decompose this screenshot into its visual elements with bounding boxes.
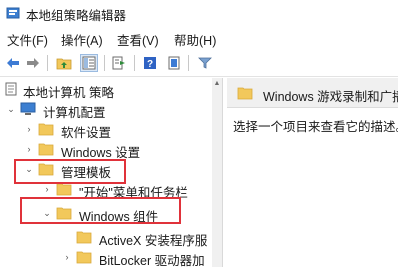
scroll-up-arrow-icon[interactable]: ▲: [213, 80, 221, 88]
computer-icon: [20, 102, 36, 115]
group-policy-editor-window: 本地组策略编辑器 文件(F) 操作(A) 查看(V) 帮助(H) ? 本地计算机…: [0, 0, 398, 267]
details-header: Windows 游戏录制和广播: [227, 78, 398, 108]
help-icon[interactable]: ?: [141, 54, 159, 72]
chevron-right-icon[interactable]: ›: [42, 184, 52, 194]
policy-document-icon: [5, 82, 17, 96]
title-bar[interactable]: 本地组策略编辑器: [0, 0, 398, 27]
menu-bar: 文件(F) 操作(A) 查看(V) 帮助(H): [0, 27, 398, 49]
tree-scrollbar[interactable]: ▲: [212, 78, 222, 267]
tree-node-windows-settings[interactable]: › Windows 设置: [0, 140, 212, 160]
tree-label: 本地计算机 策略: [23, 86, 114, 100]
toolbar-separator: [134, 55, 135, 71]
menu-action[interactable]: 操作(A): [61, 30, 103, 49]
svg-text:?: ?: [147, 59, 153, 70]
folder-icon: [38, 143, 54, 156]
details-header-title: Windows 游戏录制和广播: [263, 90, 398, 104]
tree-node-activex-installer[interactable]: ActiveX 安装程序服: [0, 228, 212, 248]
export-list-icon[interactable]: [110, 54, 128, 72]
folder-icon: [76, 251, 92, 264]
chevron-right-icon[interactable]: ›: [24, 124, 34, 134]
menu-help[interactable]: 帮助(H): [174, 30, 216, 49]
chevron-right-icon[interactable]: ›: [62, 252, 72, 262]
show-hide-tree-icon[interactable]: [80, 54, 98, 72]
up-folder-icon[interactable]: [55, 54, 73, 72]
highlight-box-admin-templates: [14, 159, 126, 184]
folder-icon: [38, 123, 54, 136]
tree-label: 计算机配置: [43, 106, 106, 120]
back-icon[interactable]: [4, 54, 22, 72]
toolbar-separator: [188, 55, 189, 71]
properties-icon[interactable]: [165, 54, 183, 72]
filter-icon[interactable]: [196, 54, 214, 72]
details-description: 选择一个项目来查看它的描述。: [233, 120, 398, 134]
toolbar-separator: [104, 55, 105, 71]
folder-icon: [76, 231, 92, 244]
menu-file[interactable]: 文件(F): [7, 30, 48, 49]
tree-node-computer-configuration[interactable]: ⌄ 计算机配置: [0, 100, 212, 120]
chevron-down-icon[interactable]: ⌄: [6, 104, 16, 114]
window-title: 本地组策略编辑器: [26, 9, 127, 23]
chevron-right-icon[interactable]: ›: [24, 144, 34, 154]
highlight-box-windows-components: [20, 197, 181, 224]
tree-node-software-settings[interactable]: › 软件设置: [0, 120, 212, 140]
folder-icon: [56, 183, 72, 196]
toolbar-separator: [47, 55, 48, 71]
menu-view[interactable]: 查看(V): [117, 30, 159, 49]
details-pane: Windows 游戏录制和广播 选择一个项目来查看它的描述。: [227, 78, 398, 267]
tree-node-bitlocker[interactable]: › BitLocker 驱动器加: [0, 248, 212, 267]
toolbar: ?: [0, 49, 398, 77]
tree-label: BitLocker 驱动器加: [99, 254, 205, 267]
tree-label: 软件设置: [61, 126, 112, 140]
folder-icon: [237, 87, 253, 100]
tree-label: ActiveX 安装程序服: [99, 234, 208, 248]
tree-node-local-computer-policy[interactable]: 本地计算机 策略: [0, 80, 212, 100]
group-policy-app-icon: [6, 7, 20, 19]
forward-icon[interactable]: [24, 54, 42, 72]
